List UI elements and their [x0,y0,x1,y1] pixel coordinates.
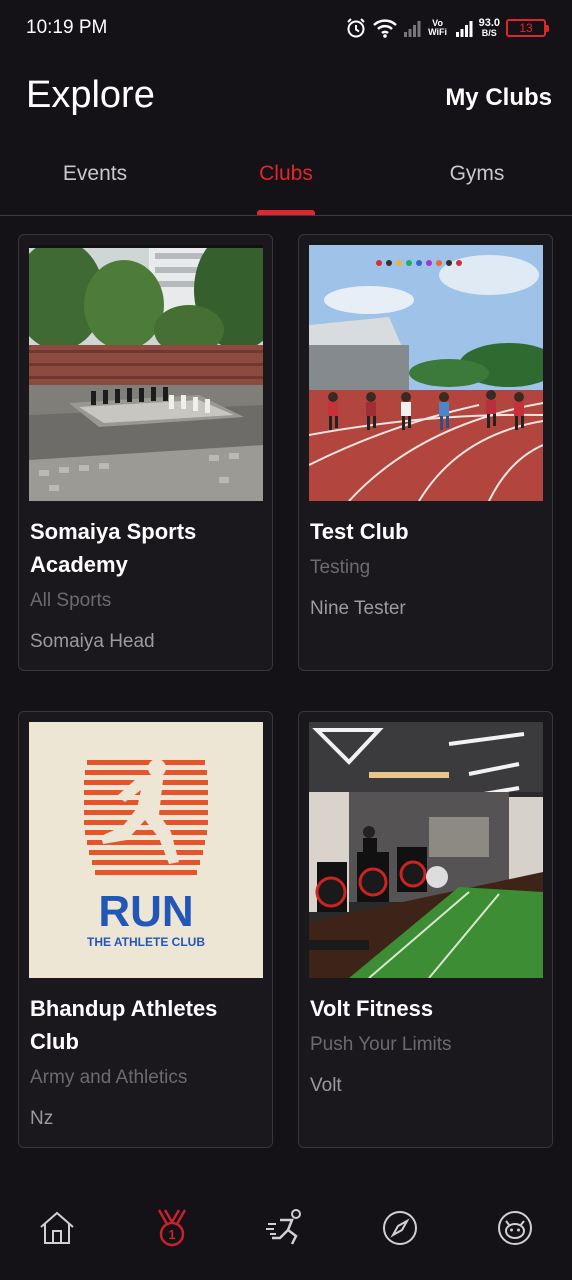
club-image-run-logo: RUN THE ATHLETE CLUB [29,722,263,978]
club-image-running-track [309,245,543,501]
club-category: Army and Athletics [30,1067,188,1088]
club-name: Volt Fitness [310,996,434,1021]
home-icon[interactable] [37,1208,77,1248]
battery-level: 13 [519,21,533,35]
signal-icon-2 [455,19,473,37]
club-owner: Nine Tester [310,598,406,619]
club-category: Testing [310,557,371,578]
status-time: 10:19 PM [26,17,108,38]
tab-active-indicator [257,210,315,215]
club-name: Bhandup Athletes Club [30,996,218,1054]
tab-clubs[interactable]: Clubs [191,162,381,186]
club-card[interactable]: RUN THE ATHLETE CLUB Bhandup Athletes Cl… [18,711,273,1148]
club-card[interactable]: Volt Fitness Push Your Limits Volt [298,711,553,1148]
network-speed: 93.0 B/S [479,18,500,38]
club-name: Somaiya Sports Academy [30,519,197,577]
signal-icon [403,19,421,37]
compass-icon[interactable] [380,1208,420,1248]
runner-icon[interactable] [266,1208,306,1248]
status-bar: 10:19 PM Vo WiFi 93.0 B/S 13 [0,0,572,58]
battery-icon: 13 [506,19,549,37]
alarm-icon [345,17,367,39]
club-owner: Volt [310,1075,342,1096]
medal-badge: 1 [168,1227,175,1242]
tab-bar: Events Clubs Gyms [0,148,572,216]
status-icons: Vo WiFi 93.0 B/S 13 [345,16,549,40]
speed-unit: B/S [481,28,497,38]
club-category: Push Your Limits [310,1034,452,1055]
club-category: All Sports [30,590,112,611]
club-image-gym-interior [309,722,543,978]
club-name: Test Club [310,519,409,544]
medal-icon[interactable]: 1 [152,1208,192,1248]
bottom-navigation: 1 [0,1190,572,1270]
club-image-chess-courtyard [29,245,263,501]
vowifi-icon: Vo WiFi [428,18,448,37]
profile-avatar-icon[interactable] [495,1208,535,1248]
run-logo-text: RUN [98,887,193,936]
run-logo-subtext: THE ATHLETE CLUB [87,935,205,949]
my-clubs-button[interactable]: My Clubs [445,84,552,112]
page-title: Explore [26,74,155,116]
tab-gyms[interactable]: Gyms [382,162,572,186]
tab-events[interactable]: Events [0,162,190,186]
club-owner: Somaiya Head [30,631,155,652]
club-card[interactable]: Test Club Testing Nine Tester [298,234,553,671]
club-owner: Nz [30,1108,54,1129]
wifi-icon [372,18,397,38]
club-card[interactable]: Somaiya Sports Academy All Sports Somaiy… [18,234,273,671]
